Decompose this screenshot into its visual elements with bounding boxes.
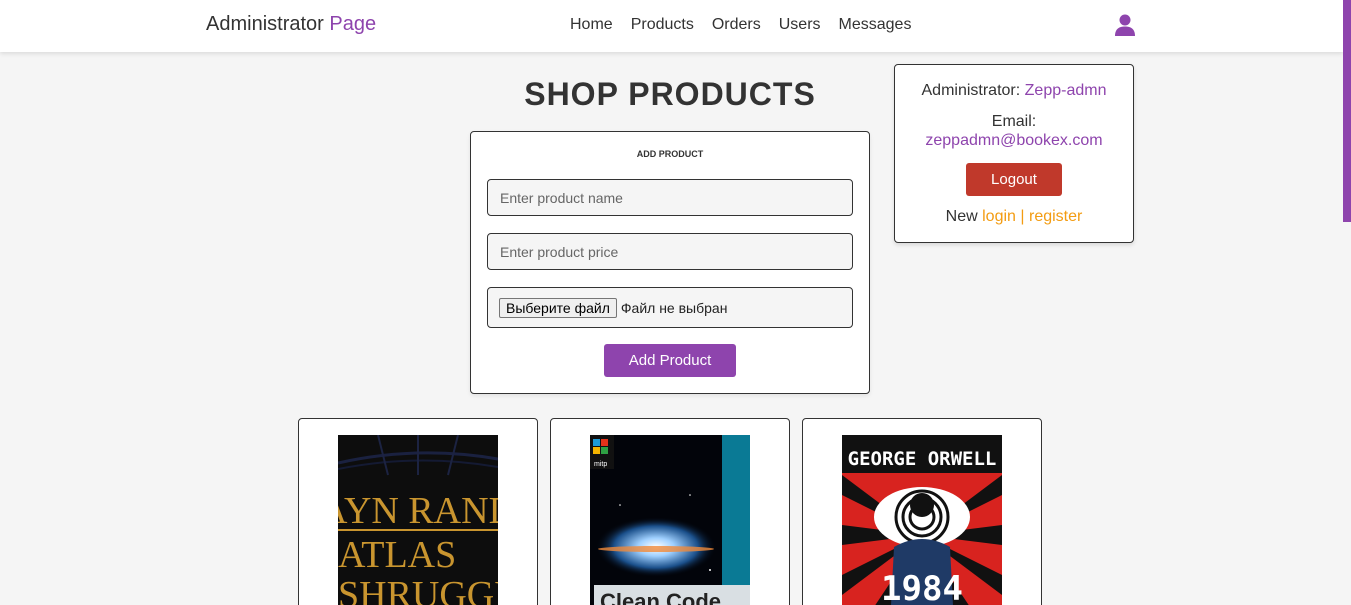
site-logo[interactable]: Administrator Page [206,13,376,36]
register-link[interactable]: register [1029,208,1082,225]
clean-code-cover-image: mitp Clean Code [590,435,750,605]
product-card[interactable]: mitp Clean Code [550,418,790,605]
cover-title-1: ATLAS [338,534,456,576]
user-icon[interactable] [1115,14,1135,36]
add-product-button[interactable]: Add Product [604,344,736,377]
product-card[interactable]: GEORGE ORWELL 1984 [802,418,1042,605]
admin-label: Administrator: [921,82,1021,99]
product-price-input[interactable] [487,233,853,270]
scrollbar-thumb[interactable] [1343,0,1351,222]
logo-accent: Page [329,13,377,35]
admin-profile-box: Administrator: Zepp-admn Email: zeppadmn… [894,64,1134,243]
cover-title-2: SHRUGGED [338,574,498,605]
nav-orders[interactable]: Orders [712,16,761,34]
logout-button[interactable]: Logout [966,163,1062,196]
1984-cover-image: GEORGE ORWELL 1984 [842,435,1002,605]
top-header: Administrator Page Home Products Orders … [0,0,1343,52]
logo-main: Administrator [206,13,324,35]
product-image-file-input[interactable]: Выберите файл Файл не выбран [487,287,853,328]
product-card[interactable]: AYN RAND ATLAS SHRUGGED [298,418,538,605]
atlas-shrugged-cover-image: AYN RAND ATLAS SHRUGGED [338,435,498,605]
main-nav: Home Products Orders Users Messages [570,16,911,34]
nav-messages[interactable]: Messages [839,16,912,34]
file-status-text: Файл не выбран [620,299,728,316]
nav-users[interactable]: Users [779,16,821,34]
link-separator: | [1020,208,1025,225]
new-label: New [945,208,978,225]
admin-email: zeppadmn@bookex.com [925,132,1103,149]
email-label: Email: [991,113,1037,130]
page-title: SHOP PRODUCTS [524,76,816,112]
admin-name: Zepp-admn [1024,82,1107,99]
publisher-mark: mitp [594,461,607,468]
cover-author: GEORGE ORWELL [848,448,997,470]
nav-products[interactable]: Products [631,16,694,34]
login-link[interactable]: login [982,208,1016,225]
choose-file-button[interactable]: Выберите файл [499,297,617,318]
cover-title: Clean Code [600,589,721,605]
add-product-form: ADD PRODUCT Выберите файл Файл не выбран… [470,131,870,394]
product-name-input[interactable] [487,179,853,216]
new-account-row: New login | register [895,208,1133,226]
nav-home[interactable]: Home [570,16,613,34]
scrollbar-track[interactable] [1343,0,1351,605]
cover-author: AYN RAND [338,490,498,532]
cover-title: 1984 [881,569,963,605]
admin-name-row: Administrator: Zepp-admn [895,82,1133,100]
add-product-heading: ADD PRODUCT [636,149,704,159]
